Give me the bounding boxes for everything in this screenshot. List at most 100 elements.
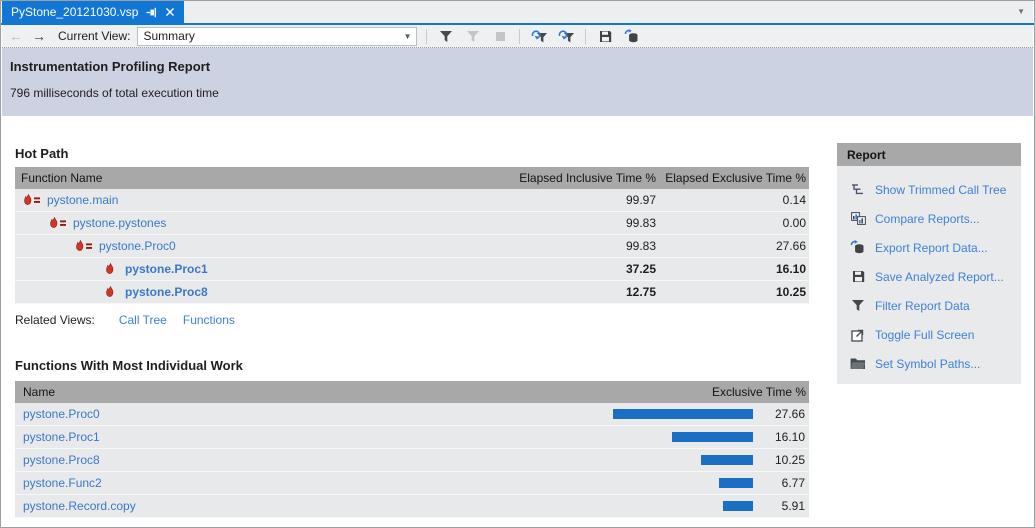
exclusive-time-value: 5.91 — [753, 499, 809, 513]
report-action-filter-report-data[interactable]: Filter Report Data — [837, 291, 1021, 320]
tab-list-dropdown-icon[interactable]: ▼ — [1017, 8, 1025, 16]
function-link[interactable]: pystone.Func2 — [23, 476, 102, 490]
stop-profiling-icon — [490, 26, 510, 46]
hot-path-table-header: Function Name Elapsed Inclusive Time % E… — [15, 167, 809, 189]
filter-icon[interactable] — [436, 26, 456, 46]
flame-arrow-icon — [75, 240, 93, 253]
hot-path-rows: pystone.main 99.970.14 pystone.pystones 99.… — [15, 189, 809, 304]
compare-reports-icon — [850, 212, 866, 225]
report-action-label: Save Analyzed Report... — [875, 270, 1004, 284]
exclusive-time-value: 0.14 — [656, 193, 809, 207]
save-icon — [850, 270, 866, 283]
exclusive-time-bar — [719, 478, 753, 488]
pin-icon[interactable] — [146, 7, 157, 18]
report-subtitle: 796 milliseconds of total execution time — [10, 86, 1033, 100]
exclusive-time-bar — [613, 409, 753, 419]
save-icon[interactable] — [595, 26, 615, 46]
current-view-label: Current View: — [58, 29, 130, 43]
function-link[interactable]: pystone.Record.copy — [23, 499, 136, 513]
toolbar-separator — [426, 29, 427, 44]
related-view-functions-link[interactable]: Functions — [183, 313, 235, 327]
inclusive-time-value: 99.83 — [494, 216, 656, 230]
report-action-label: Show Trimmed Call Tree — [875, 183, 1006, 197]
exclusive-time-value: 0.00 — [656, 216, 809, 230]
exclusive-time-bar — [701, 455, 753, 465]
column-header-exclusive[interactable]: Elapsed Exclusive Time % — [656, 171, 809, 185]
report-panel-items: Show Trimmed Call Tree Compare Reports...… — [837, 166, 1021, 384]
individual-work-row: pystone.Record.copy 5.91 — [15, 495, 809, 518]
toolbar-separator — [519, 29, 520, 44]
function-name-cell: pystone.Proc0 — [15, 239, 494, 253]
inclusive-time-value: 99.97 — [494, 193, 656, 207]
export-report-data-icon[interactable] — [622, 26, 642, 46]
report-banner: Instrumentation Profiling Report 796 mil… — [2, 48, 1033, 116]
exclusive-time-bar — [672, 432, 753, 442]
filter-disabled-icon — [463, 26, 483, 46]
hot-path-row: pystone.Proc1 37.2516.10 — [15, 258, 809, 281]
column-header-name[interactable]: Name — [15, 385, 666, 399]
report-action-export-report-data[interactable]: Export Report Data... — [837, 233, 1021, 262]
function-link[interactable]: pystone.Proc0 — [99, 239, 176, 253]
flame-icon — [101, 286, 119, 299]
inclusive-time-value: 12.75 — [494, 285, 656, 299]
report-action-show-trimmed-call-tree[interactable]: Show Trimmed Call Tree — [837, 175, 1021, 204]
function-name-cell: pystone.Proc1 — [15, 262, 494, 276]
function-name-cell: pystone.Func2 — [15, 476, 585, 490]
function-name-cell: pystone.Proc8 — [15, 453, 585, 467]
function-name-cell: pystone.Proc0 — [15, 407, 585, 421]
function-name-cell: pystone.pystones — [15, 216, 494, 230]
exclusive-time-value: 6.77 — [753, 476, 809, 490]
report-action-compare-reports[interactable]: Compare Reports... — [837, 204, 1021, 233]
report-panel-title: Report — [837, 143, 1021, 166]
function-link[interactable]: pystone.Proc1 — [23, 430, 100, 444]
function-link[interactable]: pystone.Proc8 — [23, 453, 100, 467]
tab-pystone-report[interactable]: PyStone_20121030.vsp — [2, 1, 184, 23]
report-action-set-symbol-paths[interactable]: Set Symbol Paths... — [837, 349, 1021, 378]
report-action-label: Filter Report Data — [875, 299, 970, 313]
individual-work-rows: pystone.Proc0 27.66 pystone.Proc1 16.10 pyst… — [15, 403, 809, 518]
function-link[interactable]: pystone.pystones — [73, 216, 166, 230]
report-action-label: Export Report Data... — [875, 241, 988, 255]
function-link[interactable]: pystone.Proc0 — [23, 407, 100, 421]
exclusive-time-value: 10.25 — [753, 453, 809, 467]
function-link[interactable]: pystone.main — [47, 193, 118, 207]
document-tab-strip: PyStone_20121030.vsp ▼ — [2, 1, 1033, 23]
toggle-full-screen-icon — [850, 328, 866, 342]
exclusive-time-value: 10.25 — [656, 285, 809, 299]
exclusive-time-bar-cell — [585, 478, 753, 488]
exclusive-time-value: 16.10 — [656, 262, 809, 276]
exclusive-time-bar-cell — [585, 501, 753, 511]
inclusive-time-value: 37.25 — [494, 262, 656, 276]
function-link[interactable]: pystone.Proc1 — [125, 262, 208, 276]
hot-path-row: pystone.main 99.970.14 — [15, 189, 809, 212]
filter-icon — [850, 299, 866, 312]
exclusive-time-value: 16.10 — [753, 430, 809, 444]
hot-path-row: pystone.Proc8 12.7510.25 — [15, 281, 809, 304]
column-header-inclusive[interactable]: Elapsed Inclusive Time % — [494, 171, 656, 185]
profiler-window: PyStone_20121030.vsp ▼ ← → Current View:… — [0, 0, 1035, 528]
report-action-label: Set Symbol Paths... — [875, 357, 980, 371]
exclusive-time-bar — [723, 501, 753, 511]
back-arrow-icon[interactable]: ← — [8, 29, 24, 43]
trimmed-call-tree-icon — [850, 183, 866, 196]
exclusive-time-value: 27.66 — [753, 407, 809, 421]
report-action-toggle-full-screen[interactable]: Toggle Full Screen — [837, 320, 1021, 349]
report-action-save-analyzed-report[interactable]: Save Analyzed Report... — [837, 262, 1021, 291]
reapply-filter-icon[interactable] — [529, 26, 549, 46]
function-name-cell: pystone.Record.copy — [15, 499, 585, 513]
column-header-exclusive-time[interactable]: Exclusive Time % — [666, 385, 809, 399]
function-name-cell: pystone.Proc1 — [15, 430, 585, 444]
related-views-label: Related Views: — [15, 313, 95, 327]
function-name-cell: pystone.main — [15, 193, 494, 207]
function-link[interactable]: pystone.Proc8 — [125, 285, 208, 299]
close-icon[interactable] — [165, 7, 175, 17]
column-header-function-name[interactable]: Function Name — [15, 171, 494, 185]
flame-arrow-icon — [49, 217, 67, 230]
individual-work-row: pystone.Proc8 10.25 — [15, 449, 809, 472]
flame-icon — [101, 263, 119, 276]
current-view-dropdown[interactable]: Summary ▼ — [137, 27, 417, 46]
refresh-filter-icon[interactable] — [556, 26, 576, 46]
individual-work-table: Name Exclusive Time % pystone.Proc0 27.66… — [15, 381, 809, 518]
related-view-call-tree-link[interactable]: Call Tree — [119, 313, 167, 327]
forward-arrow-icon[interactable]: → — [31, 29, 47, 43]
